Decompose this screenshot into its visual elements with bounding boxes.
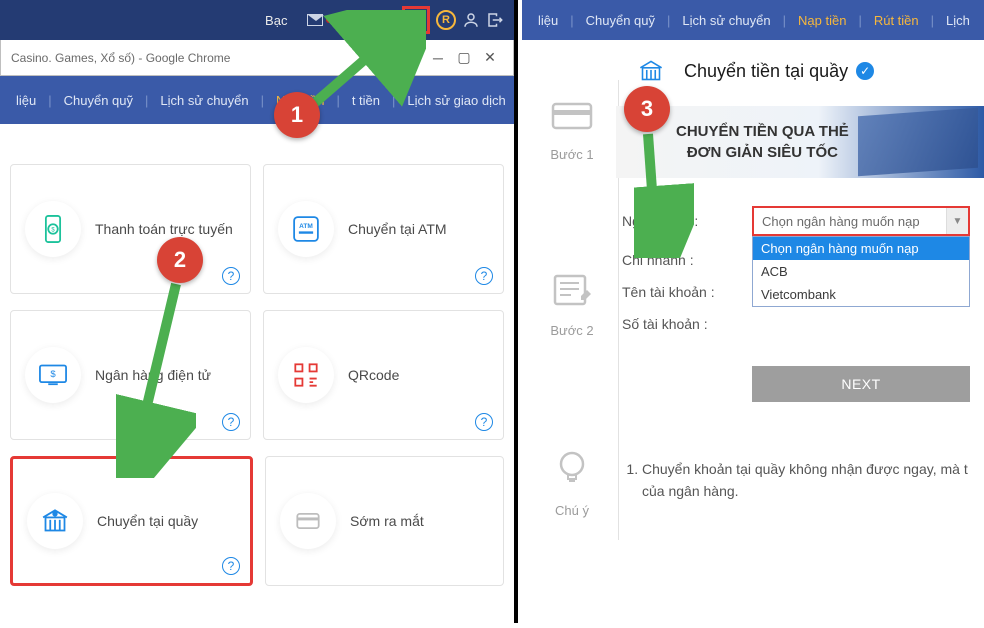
help-icon[interactable]: ? xyxy=(222,557,240,575)
step-2: Bước 2 xyxy=(528,272,616,338)
next-button[interactable]: NEXT xyxy=(752,366,970,402)
bank-option-vcb[interactable]: Vietcombank xyxy=(753,283,969,306)
close-button[interactable]: ✕ xyxy=(477,49,503,66)
rnav-1[interactable]: Chuyển quỹ xyxy=(574,13,667,28)
card-qr[interactable]: QRcode ? xyxy=(263,310,504,440)
left-pane: Bạc 0 ▼ | C N R Casino. Games, Xổ số) - … xyxy=(0,0,518,623)
step-1: Bước 1 xyxy=(528,100,616,162)
card-coming-soon[interactable]: Sớm ra mắt xyxy=(265,456,504,586)
window-title-text: Casino. Games, Xổ số) - Google Chrome xyxy=(11,51,230,65)
main-nav: liệu | Chuyển quỹ | Lịch sử chuyển | Nạp… xyxy=(0,76,514,124)
bulb-icon xyxy=(528,448,616,497)
acct-name-label: Tên tài khoản : xyxy=(622,284,752,300)
rnav-0[interactable]: liệu xyxy=(526,13,570,28)
ebank-icon: $ xyxy=(25,347,81,403)
banner-line1: CHUYỂN TIỀN QUA THẺ xyxy=(676,121,849,142)
deposit-options-grid: $ Thanh toán trực tuyến ? ATM Chuyển tại… xyxy=(0,124,514,586)
help-icon[interactable]: ? xyxy=(222,413,240,431)
account-topbar: Bạc 0 ▼ | C N R xyxy=(0,0,514,40)
help-icon[interactable]: ? xyxy=(222,267,240,285)
bank-dropdown: Chọn ngân hàng muốn nạp ACB Vietcombank xyxy=(752,236,970,307)
nav-item-1[interactable]: Chuyển quỹ xyxy=(52,93,145,108)
maximize-button[interactable]: ▢ xyxy=(451,49,477,66)
step-2-label: Bước 2 xyxy=(528,323,616,338)
tier-label: Bạc xyxy=(265,13,287,28)
right-nav: liệu | Chuyển quỹ | Lịch sử chuyển | Nạp… xyxy=(522,0,984,40)
step-badge-1: 1 xyxy=(274,92,320,138)
nav-item-0[interactable]: liệu xyxy=(4,93,48,108)
bank-option-acb[interactable]: ACB xyxy=(753,260,969,283)
browser-window-title: Casino. Games, Xổ số) - Google Chrome ─ … xyxy=(0,40,514,76)
svg-text:$: $ xyxy=(50,369,56,380)
arrow-2-to-card xyxy=(116,278,196,478)
next-button-label: NEXT xyxy=(841,376,880,392)
banner-line2: ĐƠN GIẢN SIÊU TỐC xyxy=(676,142,849,163)
right-pane: liệu | Chuyển quỹ | Lịch sử chuyển | Nạp… xyxy=(522,0,984,623)
rnav-deposit[interactable]: Nạp tiền xyxy=(786,13,858,28)
rnav-5[interactable]: Lịch xyxy=(934,13,982,28)
user-icon[interactable] xyxy=(462,11,480,29)
card-label: Thanh toán trực tuyến xyxy=(95,221,233,237)
card-label: QRcode xyxy=(348,367,399,383)
check-icon: ✓ xyxy=(856,62,874,80)
step-1-label: Bước 1 xyxy=(528,147,616,162)
svg-text:ATM: ATM xyxy=(299,223,313,230)
step-note: Chú ý xyxy=(528,448,616,518)
acct-no-label: Số tài khoản : xyxy=(622,316,752,332)
step-sidebar: Bước 1 Bước 2 Chú ý xyxy=(528,100,616,628)
minimize-button[interactable]: ─ xyxy=(425,50,451,66)
arrow-3-to-select xyxy=(634,128,694,258)
deposit-method-header: Chuyển tiền tại quầy ✓ xyxy=(522,40,984,88)
coming-soon-icon xyxy=(280,493,336,549)
form-icon xyxy=(528,272,616,317)
step-note-label: Chú ý xyxy=(528,503,616,518)
bank-select-value: Chọn ngân hàng muốn nạp xyxy=(762,214,920,229)
circle-r-icon[interactable]: R xyxy=(436,10,456,30)
card-label: Chuyển tại ATM xyxy=(348,221,447,237)
logout-icon[interactable] xyxy=(486,11,504,29)
note-item-1: Chuyển khoản tại quầy không nhận được ng… xyxy=(642,458,984,503)
help-icon[interactable]: ? xyxy=(475,267,493,285)
notes: Chuyển khoản tại quầy không nhận được ng… xyxy=(622,458,984,503)
card-icon xyxy=(528,100,616,141)
card-label: Sớm ra mắt xyxy=(350,513,424,529)
card-online-payment[interactable]: $ Thanh toán trực tuyến ? xyxy=(10,164,251,294)
card-atm[interactable]: ATM Chuyển tại ATM ? xyxy=(263,164,504,294)
nav-item-2[interactable]: Lịch sử chuyển xyxy=(148,93,260,108)
rnav-withdraw[interactable]: Rút tiền xyxy=(862,13,931,28)
banner-text: CHUYỂN TIỀN QUA THẺ ĐƠN GIẢN SIÊU TỐC xyxy=(676,121,849,163)
rnav-2[interactable]: Lịch sử chuyển xyxy=(670,13,782,28)
qr-icon xyxy=(278,347,334,403)
counter-icon xyxy=(27,493,83,549)
caret-down-icon: ▼ xyxy=(946,208,968,234)
bank-option-placeholder[interactable]: Chọn ngân hàng muốn nạp xyxy=(753,237,969,260)
bank-select[interactable]: Chọn ngân hàng muốn nạp ▼ xyxy=(752,206,970,236)
header-title: Chuyển tiền tại quầy xyxy=(646,61,848,82)
card-label: Chuyển tại quầy xyxy=(97,513,198,529)
step-badge-3: 3 xyxy=(624,86,670,132)
help-icon[interactable]: ? xyxy=(475,413,493,431)
step-badge-2: 2 xyxy=(157,237,203,283)
banner-decoration xyxy=(858,108,978,176)
atm-icon: ATM xyxy=(278,201,334,257)
online-payment-icon: $ xyxy=(25,201,81,257)
